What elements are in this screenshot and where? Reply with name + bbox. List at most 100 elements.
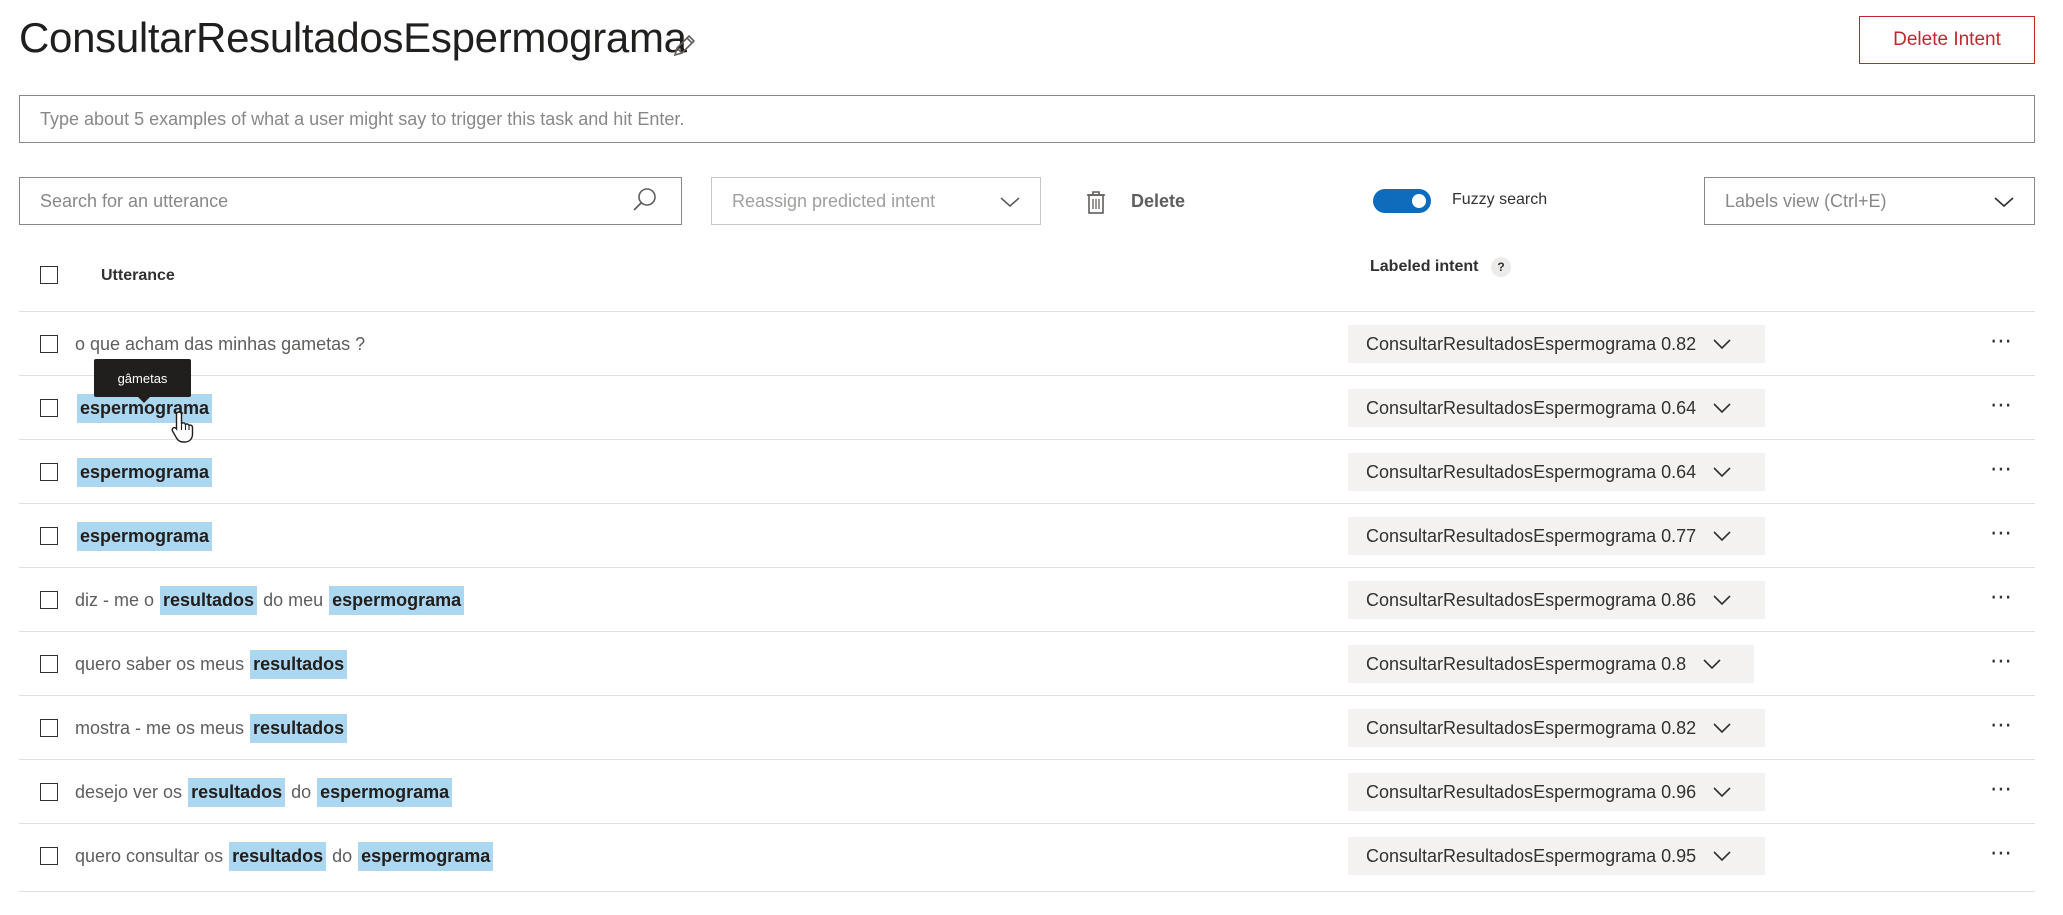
- chevron-down-icon: [1713, 339, 1731, 350]
- entity-label[interactable]: espermograma: [358, 841, 494, 871]
- labeled-intent-value: ConsultarResultadosEspermograma 0.86: [1366, 589, 1697, 610]
- row-checkbox[interactable]: [40, 655, 58, 673]
- utterance-text: espermograma: [75, 518, 214, 554]
- labeled-intent-value: ConsultarResultadosEspermograma 0.95: [1366, 845, 1697, 866]
- utterance-token: mostra - me os meus: [75, 717, 245, 738]
- entity-label[interactable]: espermograma: [77, 457, 213, 487]
- hand-pointer-icon: [171, 411, 194, 443]
- page-title: ConsultarResultadosEspermograma: [19, 14, 687, 61]
- more-options-button[interactable]: ⋯: [1990, 328, 2014, 354]
- table-row[interactable]: quero saber os meus resultados ConsultarRe…: [19, 631, 2035, 695]
- labeled-intent-dropdown[interactable]: ConsultarResultadosEspermograma 0.64: [1348, 389, 1765, 427]
- entity-label[interactable]: espermograma: [317, 777, 453, 807]
- labels-view-label: Labels view (Ctrl+E): [1725, 190, 1887, 211]
- fuzzy-search-toggle[interactable]: [1373, 189, 1431, 213]
- more-options-button[interactable]: ⋯: [1990, 392, 2014, 418]
- more-options-button[interactable]: ⋯: [1990, 776, 2014, 802]
- utterance-text: desejo ver os resultados do espermograma: [75, 774, 454, 810]
- entity-label[interactable]: resultados: [250, 713, 348, 743]
- utterance-token: desejo ver os: [75, 781, 183, 802]
- pencil-icon[interactable]: [670, 32, 698, 60]
- row-checkbox[interactable]: [40, 527, 58, 545]
- entity-label[interactable]: resultados: [229, 841, 327, 871]
- more-options-button[interactable]: ⋯: [1990, 648, 2014, 674]
- chevron-down-icon: [1713, 851, 1731, 862]
- entity-label[interactable]: espermograma: [77, 521, 213, 551]
- help-icon[interactable]: ?: [1491, 257, 1511, 277]
- utterance-text: diz - me o resultados do meu espermograma: [75, 582, 466, 618]
- table-row[interactable]: desejo ver os resultados do espermograma Con…: [19, 759, 2035, 823]
- more-options-button[interactable]: ⋯: [1990, 520, 2014, 546]
- labeled-intent-value: ConsultarResultadosEspermograma 0.64: [1366, 461, 1697, 482]
- search-icon[interactable]: [630, 185, 660, 215]
- delete-button[interactable]: Delete: [1131, 191, 1185, 212]
- labeled-intent-column-header: Labeled intent: [1370, 258, 1479, 275]
- utterance-text: mostra - me os meus resultados: [75, 710, 349, 746]
- labeled-intent-dropdown[interactable]: ConsultarResultadosEspermograma 0.77: [1348, 517, 1765, 555]
- row-checkbox[interactable]: [40, 335, 58, 353]
- utterance-token: do: [332, 845, 353, 866]
- labeled-intent-dropdown[interactable]: ConsultarResultadosEspermograma 0.95: [1348, 837, 1765, 875]
- entity-label[interactable]: espermograma: [329, 585, 465, 615]
- row-checkbox[interactable]: [40, 591, 58, 609]
- chevron-down-icon: [1713, 467, 1731, 478]
- utterance-token: do meu: [263, 589, 324, 610]
- labeled-intent-dropdown[interactable]: ConsultarResultadosEspermograma 0.8: [1348, 645, 1754, 683]
- entity-label[interactable]: resultados: [250, 649, 348, 679]
- table-row[interactable]: diz - me o resultados do meu espermograma Co…: [19, 567, 2035, 631]
- labeled-intent-value: ConsultarResultadosEspermograma 0.96: [1366, 781, 1697, 802]
- entity-tooltip: gâmetas: [94, 359, 191, 403]
- utterance-column-header: Utterance: [101, 267, 175, 284]
- entity-label[interactable]: resultados: [160, 585, 258, 615]
- table-row[interactable]: mostra - me os meus resultados ConsultarRe…: [19, 695, 2035, 759]
- delete-intent-button[interactable]: Delete Intent: [1859, 16, 2035, 64]
- chevron-down-icon: [1713, 403, 1731, 414]
- labeled-intent-dropdown[interactable]: ConsultarResultadosEspermograma 0.86: [1348, 581, 1765, 619]
- table-row[interactable]: espermograma ConsultarResultadosEspermogr…: [19, 439, 2035, 503]
- utterance-text: o que acham das minhas gametas ?: [75, 326, 365, 362]
- reassign-intent-label: Reassign predicted intent: [732, 190, 936, 211]
- chevron-down-icon: [1994, 197, 2014, 208]
- labeled-intent-dropdown[interactable]: ConsultarResultadosEspermograma 0.82: [1348, 709, 1765, 747]
- chevron-down-icon: [1713, 787, 1731, 798]
- row-checkbox[interactable]: [40, 399, 58, 417]
- row-checkbox[interactable]: [40, 783, 58, 801]
- entity-label[interactable]: resultados: [188, 777, 286, 807]
- labeled-intent-value: ConsultarResultadosEspermograma 0.64: [1366, 397, 1697, 418]
- toggle-knob: [1412, 194, 1426, 208]
- labeled-intent-dropdown[interactable]: ConsultarResultadosEspermograma 0.96: [1348, 773, 1765, 811]
- utterance-token: do: [291, 781, 312, 802]
- more-options-button[interactable]: ⋯: [1990, 712, 2014, 738]
- labeled-intent-value: ConsultarResultadosEspermograma 0.77: [1366, 525, 1697, 546]
- example-utterance-input[interactable]: Type about 5 examples of what a user mig…: [19, 95, 2035, 143]
- more-options-button[interactable]: ⋯: [1990, 584, 2014, 610]
- labels-view-dropdown[interactable]: Labels view (Ctrl+E): [1704, 177, 2035, 225]
- row-checkbox[interactable]: [40, 463, 58, 481]
- labeled-intent-dropdown[interactable]: ConsultarResultadosEspermograma 0.82: [1348, 325, 1765, 363]
- utterance-token: o que acham das minhas gametas ?: [75, 333, 366, 354]
- table-row[interactable]: espermograma ConsultarResultadosEspermogr…: [19, 375, 2035, 439]
- table-row[interactable]: quero consultar os resultados do espermogra…: [19, 823, 2035, 887]
- reassign-intent-dropdown[interactable]: Reassign predicted intent: [711, 177, 1041, 225]
- trash-icon[interactable]: [1085, 190, 1107, 214]
- utterance-text: quero saber os meus resultados: [75, 646, 349, 682]
- select-all-checkbox[interactable]: [40, 266, 58, 284]
- labeled-intent-dropdown[interactable]: ConsultarResultadosEspermograma 0.64: [1348, 453, 1765, 491]
- utterance-text: quero consultar os resultados do espermogra…: [75, 838, 495, 874]
- search-utterance-input[interactable]: Search for an utterance: [19, 177, 682, 225]
- chevron-down-icon: [1703, 659, 1721, 670]
- table-row[interactable]: o que acham das minhas gametas ? Consulta…: [19, 311, 2035, 375]
- more-options-button[interactable]: ⋯: [1990, 840, 2014, 866]
- chevron-down-icon: [1713, 531, 1731, 542]
- utterance-token: quero consultar os: [75, 845, 224, 866]
- more-options-button[interactable]: ⋯: [1990, 456, 2014, 482]
- chevron-down-icon: [1713, 723, 1731, 734]
- row-checkbox[interactable]: [40, 847, 58, 865]
- fuzzy-search-label: Fuzzy search: [1452, 191, 1548, 208]
- chevron-down-icon: [1713, 595, 1731, 606]
- labeled-intent-value: ConsultarResultadosEspermograma 0.82: [1366, 717, 1697, 738]
- row-checkbox[interactable]: [40, 719, 58, 737]
- utterance-token: quero saber os meus: [75, 653, 245, 674]
- labeled-intent-value: ConsultarResultadosEspermograma 0.8: [1366, 653, 1687, 674]
- table-row[interactable]: espermograma ConsultarResultadosEspermogr…: [19, 503, 2035, 567]
